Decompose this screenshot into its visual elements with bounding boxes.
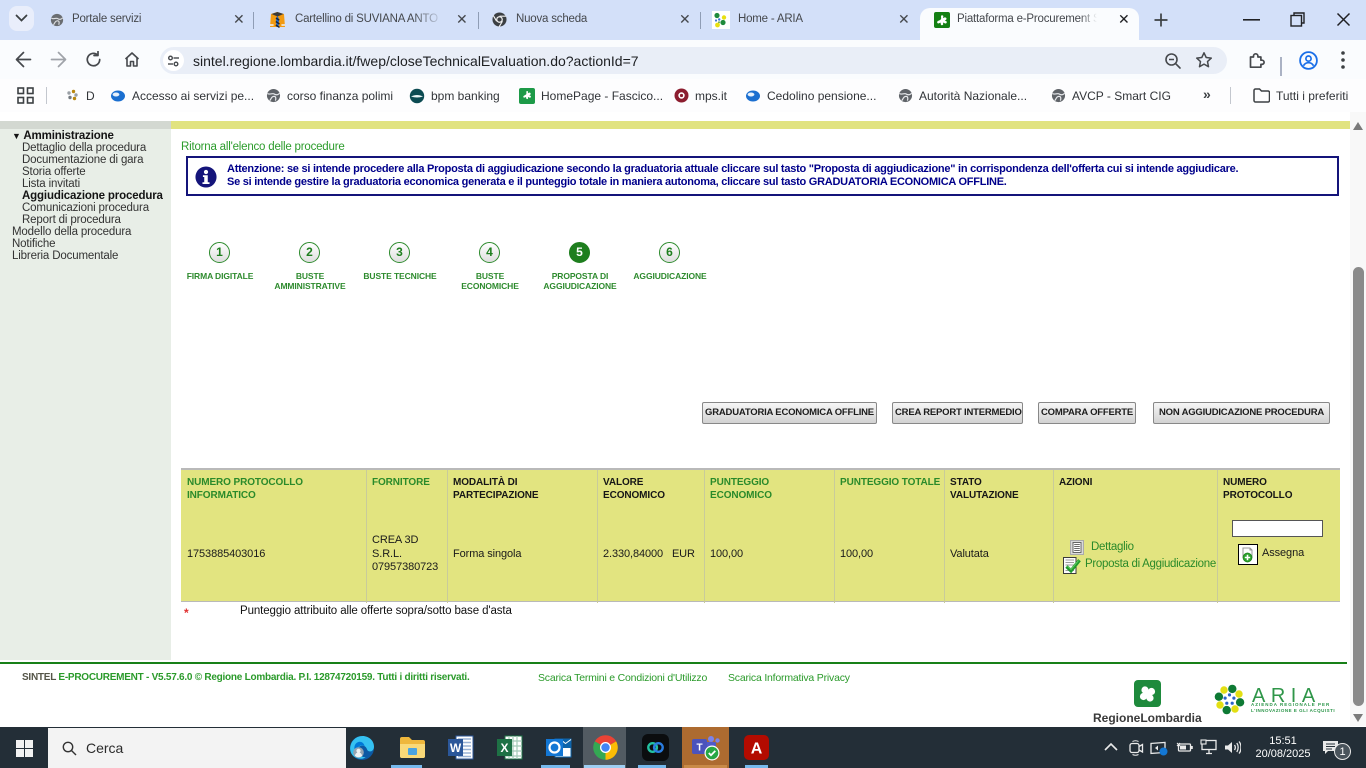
svg-text:A: A: [750, 741, 762, 758]
svg-text:T: T: [696, 742, 702, 753]
svg-text:W: W: [450, 741, 462, 755]
svg-text:X: X: [500, 741, 508, 755]
